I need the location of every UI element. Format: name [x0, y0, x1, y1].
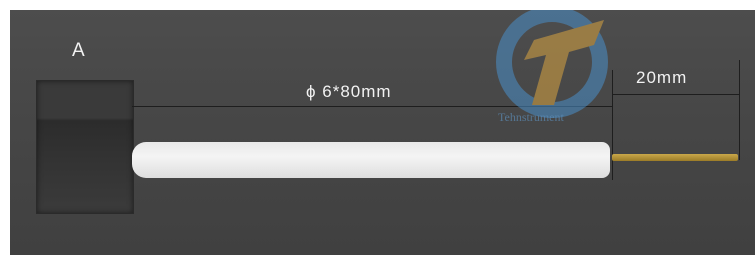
- wire-end-marker: [739, 60, 740, 160]
- figure-label: A: [72, 40, 85, 61]
- watermark-text: Tehnstrument: [498, 110, 564, 124]
- wire-dimension-line: [612, 94, 740, 95]
- wire-dimension-label: 20mm: [636, 68, 688, 87]
- electrode-photo: A ϕ 6*80mm 20mm Tehnstrument: [10, 10, 755, 255]
- rod-dimension-label: ϕ 6*80mm: [306, 82, 392, 101]
- electrode-plate: [36, 80, 134, 214]
- ptfe-rod: [132, 142, 610, 178]
- brass-wire: [612, 154, 738, 161]
